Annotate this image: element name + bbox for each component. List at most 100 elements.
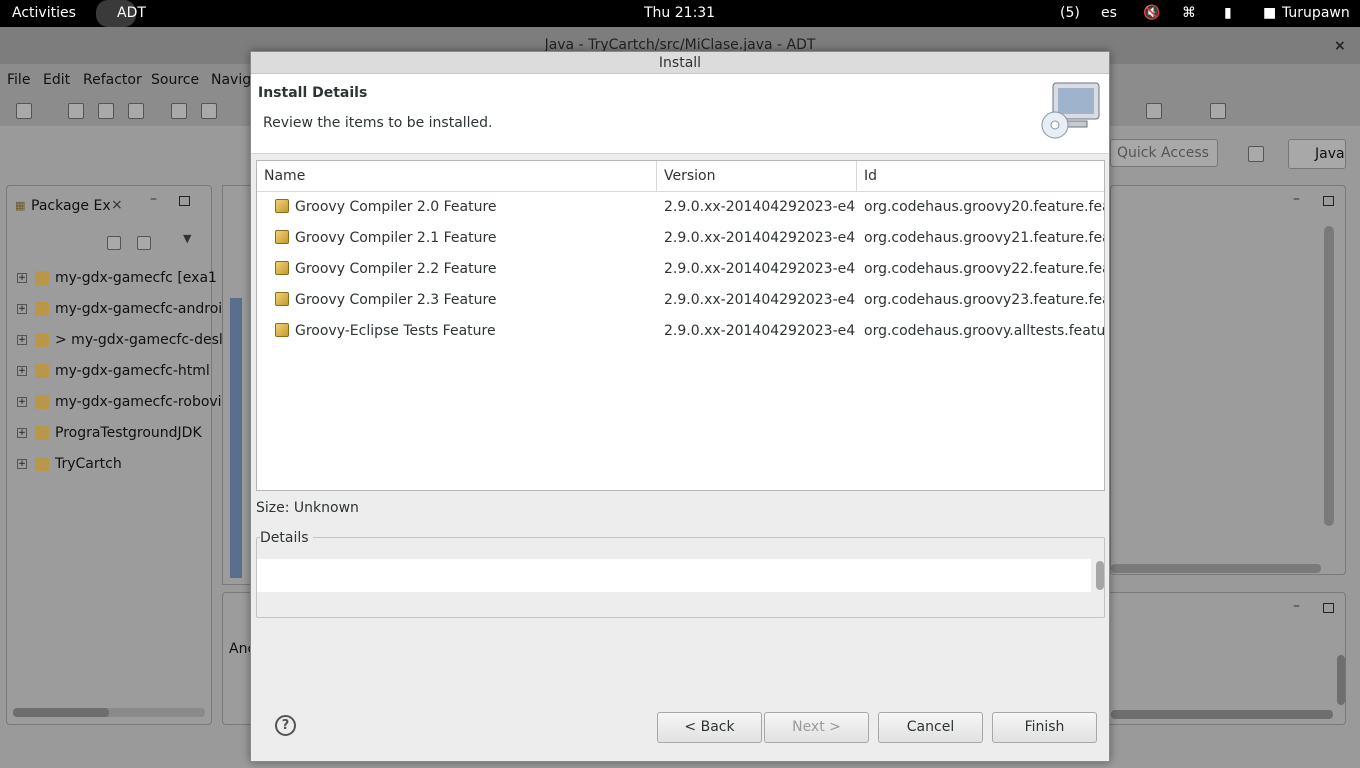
horizontal-scrollbar[interactable]: [1111, 710, 1333, 719]
cancel-button[interactable]: Cancel: [878, 712, 983, 743]
table-row[interactable]: Groovy Compiler 2.1 Feature 2.9.0.xx-201…: [257, 223, 1104, 254]
user-menu[interactable]: Turupawn: [1282, 5, 1350, 21]
quick-access-input[interactable]: Quick Access: [1110, 139, 1218, 167]
tree-item[interactable]: + my-gdx-gamecfc-robovi: [17, 394, 222, 414]
row-version-cell: 2.9.0.xx-201404292023-e4: [664, 230, 856, 246]
tree-item[interactable]: + TryCartch: [17, 456, 122, 476]
table-row[interactable]: Groovy Compiler 2.3 Feature 2.9.0.xx-201…: [257, 285, 1104, 316]
menu-edit[interactable]: Edit: [43, 72, 70, 88]
save-all-icon[interactable]: [98, 103, 114, 119]
minimize-icon[interactable]: –: [1293, 598, 1300, 614]
size-label: Size: Unknown: [256, 500, 359, 516]
row-name-cell: Groovy-Eclipse Tests Feature: [275, 316, 655, 347]
install-items-table[interactable]: Name Version Id Groovy Compiler 2.0 Feat…: [256, 160, 1105, 491]
details-text-area[interactable]: [257, 559, 1091, 592]
close-tab-icon[interactable]: ×: [111, 197, 123, 213]
new-icon[interactable]: [16, 103, 32, 119]
editor-ruler: [230, 298, 242, 578]
tree-item[interactable]: + my-gdx-gamecfc-html: [17, 363, 210, 383]
save-icon[interactable]: [68, 103, 84, 119]
column-header-version[interactable]: Version: [657, 161, 857, 192]
table-row[interactable]: Groovy Compiler 2.2 Feature 2.9.0.xx-201…: [257, 254, 1104, 285]
menu-source[interactable]: Source: [151, 72, 199, 88]
feature-icon: [275, 199, 289, 213]
help-icon[interactable]: ?: [275, 715, 296, 736]
menu-navigate[interactable]: Navig: [211, 72, 251, 88]
row-id-cell: org.codehaus.groovy20.feature.featu: [864, 199, 1104, 215]
keyboard-layout[interactable]: es: [1101, 5, 1117, 21]
volume-muted-icon[interactable]: 🔇: [1143, 5, 1160, 21]
tree-item[interactable]: + > my-gdx-gamecfc-desl: [17, 332, 223, 352]
row-name-cell: Groovy Compiler 2.0 Feature: [275, 192, 655, 223]
open-perspective-icon[interactable]: [1248, 146, 1264, 162]
maximize-icon[interactable]: [1323, 603, 1334, 613]
feature-icon: [275, 261, 289, 275]
editor-panel-edge: [222, 185, 252, 585]
row-name-cell: Groovy Compiler 2.1 Feature: [275, 223, 655, 254]
notification-count[interactable]: (5): [1060, 5, 1080, 21]
dialog-header: Install Details Review the items to be i…: [251, 74, 1109, 154]
battery-icon[interactable]: ▮: [1224, 5, 1232, 21]
row-id-cell: org.codehaus.groovy23.feature.featu: [864, 292, 1104, 308]
maximize-icon[interactable]: [1323, 196, 1334, 206]
feature-icon: [275, 292, 289, 306]
install-dialog: Install Install Details Review the items…: [250, 51, 1110, 762]
pin-icon[interactable]: [1210, 103, 1226, 119]
vertical-scrollbar[interactable]: [1337, 655, 1345, 705]
collapse-all-icon[interactable]: [107, 236, 121, 250]
horizontal-scrollbar[interactable]: [13, 708, 205, 717]
app-menu-label[interactable]: ADT: [117, 5, 146, 21]
view-menu-icon[interactable]: ▼: [183, 232, 191, 245]
column-header-id[interactable]: Id: [857, 161, 1104, 192]
header-title: Install Details: [258, 85, 368, 101]
finish-button[interactable]: Finish: [992, 712, 1097, 743]
package-explorer-tab[interactable]: Package Ex: [31, 198, 111, 214]
tree-item[interactable]: + PrograTestgroundJDK: [17, 425, 202, 445]
row-name-cell: Groovy Compiler 2.3 Feature: [275, 285, 655, 316]
vertical-scrollbar[interactable]: [1324, 226, 1334, 526]
menu-refactor[interactable]: Refactor: [83, 72, 142, 88]
package-explorer-icon: ▦: [15, 199, 26, 212]
row-version-cell: 2.9.0.xx-201404292023-e4: [664, 323, 856, 339]
table-header: Name Version Id: [257, 161, 1104, 192]
back-button[interactable]: < Back: [657, 712, 762, 743]
dialog-title: Install: [251, 52, 1109, 74]
computer-cd-icon: [1039, 79, 1107, 143]
outline-panel: –: [1110, 185, 1346, 575]
maximize-icon[interactable]: [179, 196, 190, 206]
forward-icon[interactable]: [1146, 103, 1162, 119]
activities-button[interactable]: Activities: [12, 5, 76, 21]
details-label: Details: [260, 530, 313, 546]
top-bar: Activities ADT Thu 21:31 (5) es 🔇 ⌘ ▮ ■ …: [0, 0, 1360, 27]
table-row[interactable]: Groovy Compiler 2.0 Feature 2.9.0.xx-201…: [257, 192, 1104, 223]
details-group: Details: [256, 530, 1105, 618]
row-version-cell: 2.9.0.xx-201404292023-e4: [664, 261, 856, 277]
row-id-cell: org.codehaus.groovy.alltests.feature: [864, 323, 1104, 339]
feature-icon: [275, 323, 289, 337]
details-scrollbar[interactable]: [1096, 561, 1104, 590]
row-id-cell: org.codehaus.groovy21.feature.featu: [864, 230, 1104, 246]
clock[interactable]: Thu 21:31: [644, 5, 715, 21]
export-icon[interactable]: [171, 103, 187, 119]
column-header-name[interactable]: Name: [257, 161, 657, 192]
package-explorer-panel: ▦ Package Ex × – ▼ + my-gdx-gamecfc [exa1…: [6, 185, 223, 725]
close-icon[interactable]: ×: [1334, 38, 1346, 54]
java-perspective-button[interactable]: Java: [1288, 139, 1346, 169]
feature-icon: [275, 230, 289, 244]
row-id-cell: org.codehaus.groovy22.feature.featu: [864, 261, 1104, 277]
row-version-cell: 2.9.0.xx-201404292023-e4: [664, 199, 856, 215]
user-icon: ■: [1263, 5, 1277, 21]
menu-file[interactable]: File: [7, 72, 30, 88]
horizontal-scrollbar[interactable]: [1111, 564, 1321, 573]
link-editor-icon[interactable]: [137, 236, 151, 250]
import-icon[interactable]: [201, 103, 217, 119]
next-button[interactable]: Next >: [764, 712, 869, 743]
tree-item[interactable]: + my-gdx-gamecfc-androi: [17, 301, 222, 321]
print-icon[interactable]: [128, 103, 144, 119]
row-version-cell: 2.9.0.xx-201404292023-e4: [664, 292, 856, 308]
minimize-icon[interactable]: –: [1293, 191, 1300, 207]
tree-item[interactable]: + my-gdx-gamecfc [exa1: [17, 270, 217, 290]
table-row[interactable]: Groovy-Eclipse Tests Feature 2.9.0.xx-20…: [257, 316, 1104, 347]
minimize-icon[interactable]: –: [150, 191, 157, 207]
wifi-icon[interactable]: ⌘: [1182, 5, 1196, 21]
